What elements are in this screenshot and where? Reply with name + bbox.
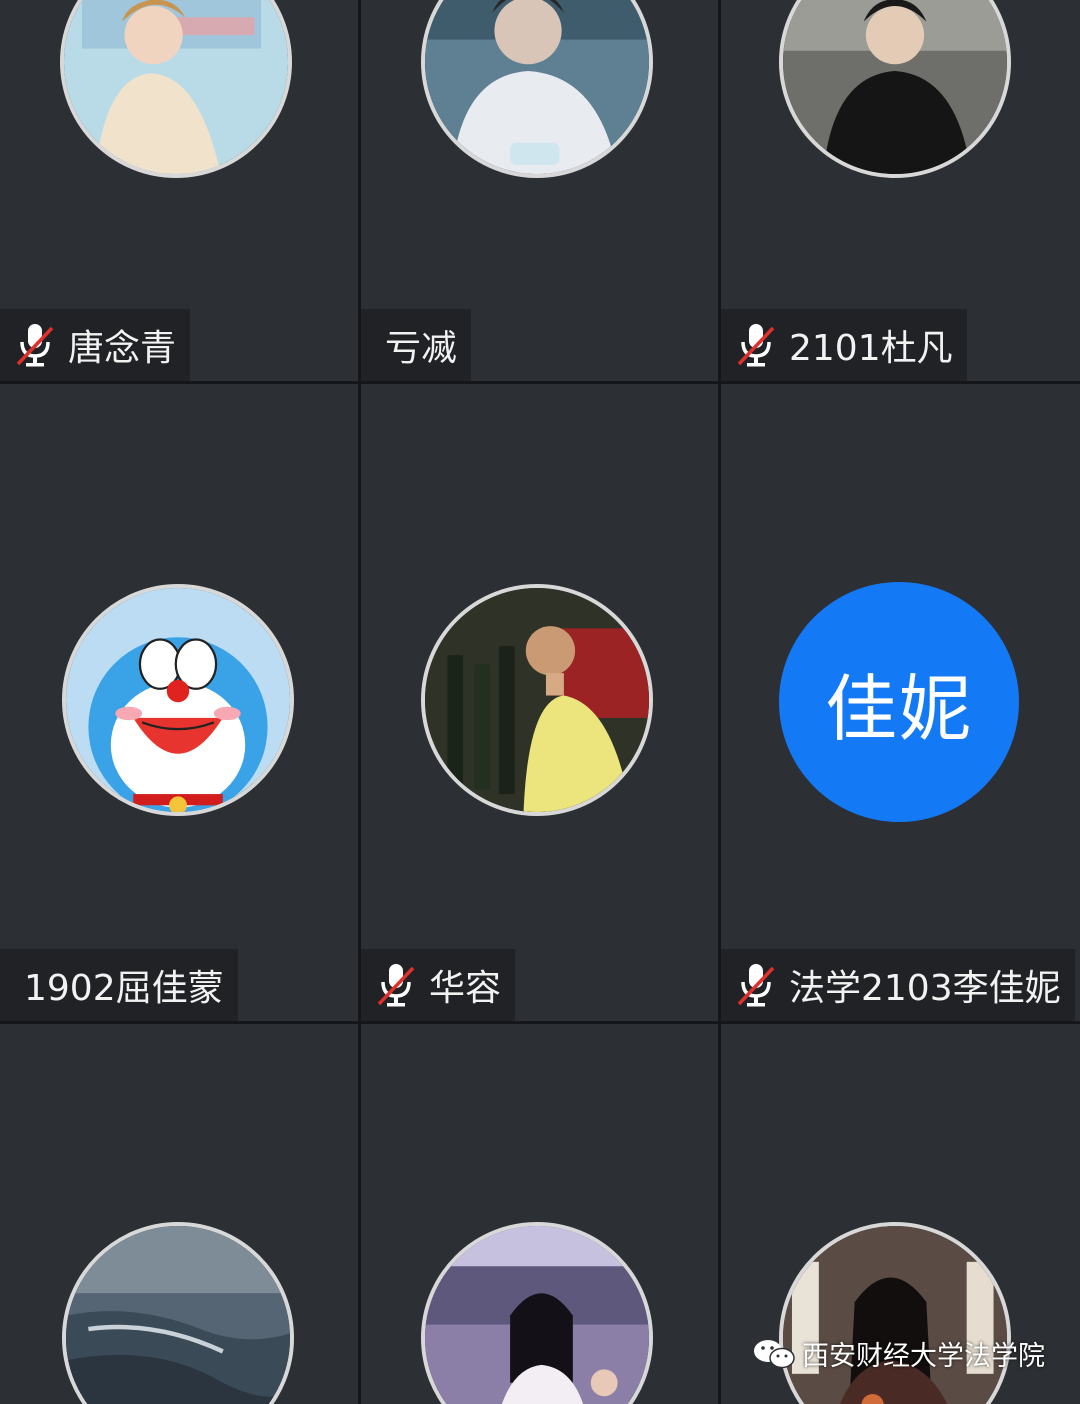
wechat-icon [754, 1339, 795, 1368]
participant-name: 法学2103李佳妮 [789, 968, 1061, 1009]
participant-tile[interactable]: 亏㓕 [361, 0, 718, 381]
avatar-image [425, 1226, 649, 1404]
avatar [779, 0, 1011, 178]
name-tag: 1902屈佳蒙 [0, 949, 238, 1021]
avatar [421, 0, 653, 178]
avatar-image [783, 0, 1007, 174]
avatar [60, 0, 292, 178]
avatar-image [64, 0, 288, 174]
avatar [62, 1222, 294, 1404]
name-tag: 华容 [361, 949, 516, 1021]
avatar [779, 1222, 1011, 1404]
participant-name: 亏㓕 [385, 328, 458, 369]
participant-tile[interactable] [0, 1024, 358, 1404]
participant-tile[interactable]: 2101杜凡 [721, 0, 1080, 381]
name-tag: 法学2103李佳妮 [721, 949, 1075, 1021]
participant-name: 2101杜凡 [789, 328, 953, 369]
avatar: 佳妮 [779, 582, 1019, 822]
participant-tile[interactable]: 华容 [361, 384, 718, 1021]
avatar-image [783, 1226, 1007, 1404]
watermark-text: 西安财经大学法学院 [802, 1341, 1045, 1372]
avatar-image [66, 588, 290, 812]
mic-muted-icon [737, 964, 775, 1007]
participant-name: 唐念青 [68, 328, 177, 369]
avatar [421, 584, 653, 816]
participant-name: 华容 [429, 968, 502, 1009]
name-tag: 唐念青 [0, 309, 191, 381]
name-tag: 2101杜凡 [721, 309, 967, 381]
mic-muted-icon [16, 324, 54, 367]
participant-tile[interactable]: 佳妮 法学2103李佳妮 [721, 384, 1080, 1021]
avatar-image [425, 0, 649, 174]
participant-tile[interactable]: 唐念青 [0, 0, 358, 381]
participant-tile[interactable] [361, 1024, 718, 1404]
avatar-image [66, 1226, 290, 1404]
participant-grid: 唐念青 亏㓕 2101杜凡 1902屈佳蒙 华容 佳妮 法学2103李佳妮 西安… [0, 0, 1080, 1404]
watermark: 西安财经大学法学院 [752, 1334, 1045, 1373]
avatar-initials: 佳妮 [824, 666, 973, 751]
participant-name: 1902屈佳蒙 [24, 968, 224, 1009]
mic-muted-icon [737, 324, 775, 367]
name-tag: 亏㓕 [361, 309, 472, 381]
mic-muted-icon [377, 964, 415, 1007]
participant-tile[interactable]: 1902屈佳蒙 [0, 384, 358, 1021]
avatar [62, 584, 294, 816]
avatar-image [425, 588, 649, 812]
avatar [421, 1222, 653, 1404]
